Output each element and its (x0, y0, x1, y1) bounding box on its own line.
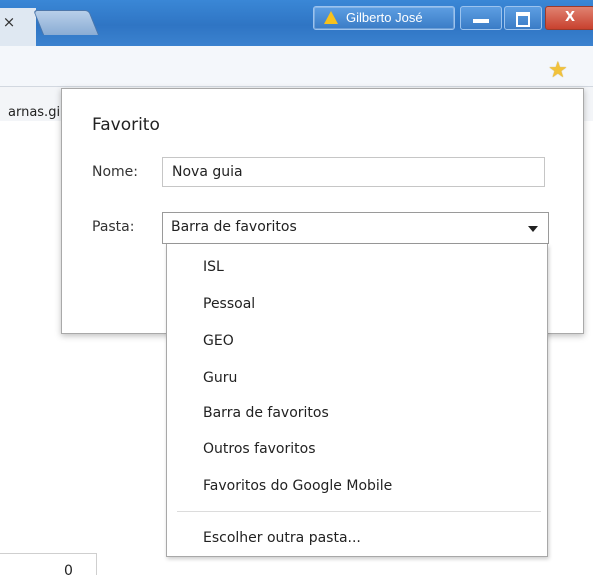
minimize-button[interactable] (460, 6, 502, 30)
folder-select[interactable]: Barra de favoritos (162, 212, 549, 244)
tab-close-icon[interactable]: × (0, 12, 18, 32)
choose-other-folder-option[interactable]: Escolher outra pasta... (203, 530, 361, 546)
profile-name: Gilberto José (346, 10, 423, 25)
bookmark-item[interactable]: arnas.gi (8, 105, 60, 120)
dropdown-option[interactable]: GEO (203, 333, 234, 349)
dropdown-option[interactable]: Guru (203, 370, 237, 386)
window-controls: X (460, 4, 593, 30)
new-tab-button[interactable] (32, 10, 100, 35)
browser-toolbar (0, 46, 593, 87)
window-titlebar: × Gilberto José X (0, 0, 593, 46)
dropdown-option[interactable]: Barra de favoritos (203, 405, 329, 421)
folder-label: Pasta: (92, 219, 135, 235)
close-window-button[interactable]: X (545, 6, 593, 30)
dropdown-option[interactable]: Pessoal (203, 296, 255, 312)
dropdown-option[interactable]: ISL (203, 259, 224, 275)
page-cell (0, 553, 97, 575)
name-field[interactable] (162, 157, 545, 187)
page-cell-value: 0 (64, 563, 73, 579)
profile-button[interactable]: Gilberto José (313, 6, 455, 30)
dropdown-option[interactable]: Favoritos do Google Mobile (203, 478, 392, 494)
maximize-button[interactable] (504, 6, 542, 30)
dropdown-option[interactable]: Outros favoritos (203, 441, 316, 457)
folder-dropdown-list: ISL Pessoal GEO Guru Barra de favoritos … (166, 244, 548, 557)
dropdown-divider (177, 511, 541, 512)
warning-icon (324, 11, 338, 24)
chevron-down-icon (528, 226, 538, 232)
star-icon[interactable]: ★ (548, 58, 568, 83)
bubble-title: Favorito (92, 115, 160, 135)
folder-select-value: Barra de favoritos (171, 219, 297, 235)
name-label: Nome: (92, 164, 139, 180)
